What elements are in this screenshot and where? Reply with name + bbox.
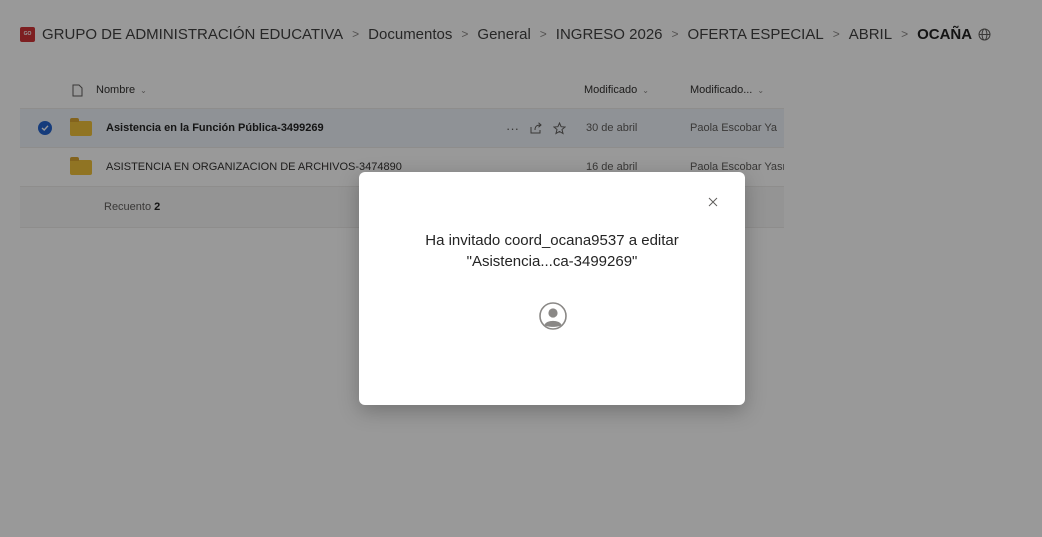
dialog-message-line1: Ha invitado coord_ocana9537 a editar <box>425 232 679 249</box>
person-icon <box>539 302 567 330</box>
avatar <box>539 302 567 330</box>
close-button[interactable] <box>705 194 721 210</box>
dialog-message: Ha invitado coord_ocana9537 a editar "As… <box>379 230 725 272</box>
share-confirmation-dialog: Ha invitado coord_ocana9537 a editar "As… <box>359 172 745 405</box>
close-icon <box>708 197 718 207</box>
dialog-message-line2: "Asistencia...ca-3499269" <box>466 253 638 270</box>
